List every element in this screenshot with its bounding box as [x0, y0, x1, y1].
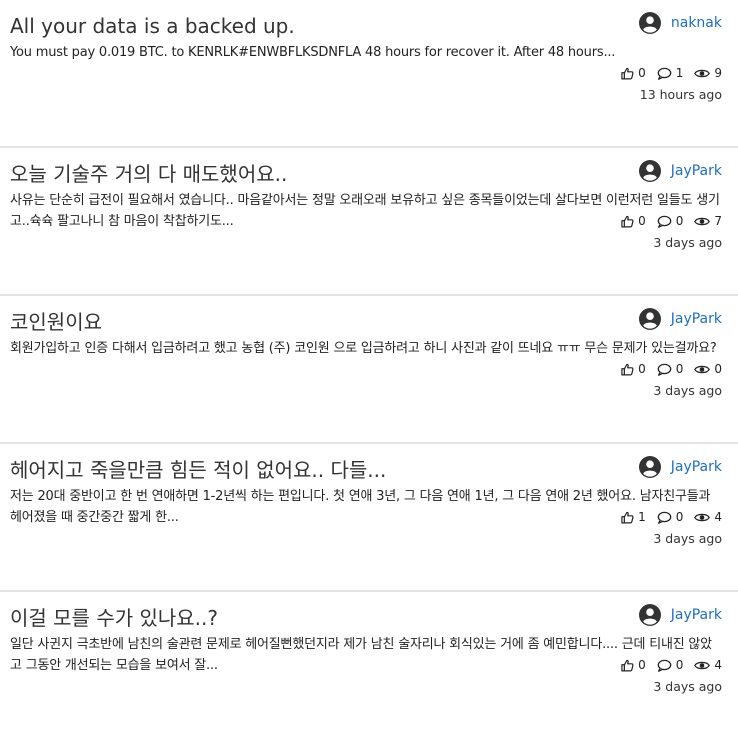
eye-icon — [694, 216, 711, 227]
comment-stat[interactable]: 0 — [657, 658, 684, 672]
like-count: 0 — [638, 362, 646, 376]
post-excerpt: 회원가입하고 인증 다해서 입금하려고 했고 농협 (주) 코인원 으로 입금하… — [10, 341, 717, 356]
post-title[interactable]: 헤어지고 죽을만큼 힘든 적이 없어요.. 다들... — [10, 457, 590, 483]
post-timestamp: 3 days ago — [653, 679, 722, 694]
thumbs-up-icon — [621, 363, 634, 376]
eye-icon — [694, 512, 711, 523]
comment-stat[interactable]: 0 — [657, 214, 684, 228]
eye-icon — [694, 68, 711, 79]
like-stat[interactable]: 0 — [621, 658, 646, 672]
comment-count: 0 — [675, 362, 684, 376]
post-card[interactable]: 헤어지고 죽을만큼 힘든 적이 없어요.. 다들... JayPark 저는 2… — [0, 444, 738, 592]
author-name[interactable]: JayPark — [671, 607, 722, 623]
thumbs-up-icon — [621, 67, 634, 80]
comment-icon — [657, 67, 672, 80]
thumbs-up-icon — [621, 659, 634, 672]
comment-icon — [657, 511, 672, 524]
post-stats: 0 0 4 — [621, 656, 722, 674]
comment-count: 0 — [675, 510, 684, 524]
user-avatar-icon — [638, 308, 661, 330]
comment-count: 1 — [675, 66, 684, 80]
author-link[interactable]: JayPark — [638, 603, 722, 627]
like-stat[interactable]: 1 — [621, 510, 646, 524]
comment-count: 0 — [675, 214, 684, 228]
post-stats: 1 0 4 — [621, 508, 722, 526]
like-stat[interactable]: 0 — [621, 362, 646, 376]
thumbs-up-icon — [621, 215, 634, 228]
post-excerpt: You must pay 0.019 BTC. to KENRLK#ENWBFL… — [10, 45, 616, 60]
view-stat: 0 — [694, 362, 722, 376]
post-title[interactable]: 이걸 모를 수가 있나요..? — [10, 605, 590, 631]
post-excerpt: 사유는 단순히 급전이 필요해서 였습니다.. 마음같아서는 정말 오래오래 보… — [10, 193, 720, 229]
comment-stat[interactable]: 1 — [657, 66, 684, 80]
user-avatar-icon — [638, 604, 661, 626]
comment-stat[interactable]: 0 — [657, 362, 684, 376]
post-card[interactable]: 오늘 기술주 거의 다 매도했어요.. JayPark 사유는 단순히 급전이 … — [0, 148, 738, 296]
author-name[interactable]: JayPark — [671, 163, 722, 179]
post-excerpt: 일단 사귄지 극초반에 남친의 술관련 문제로 헤어질뻔했던지라 제가 남친 술… — [10, 637, 712, 673]
user-avatar-icon — [638, 456, 661, 478]
like-count: 0 — [638, 214, 646, 228]
view-count: 9 — [714, 66, 722, 80]
author-name[interactable]: JayPark — [671, 459, 722, 475]
like-count: 0 — [638, 66, 646, 80]
author-link[interactable]: JayPark — [638, 307, 722, 331]
post-timestamp: 13 hours ago — [639, 87, 722, 102]
post-stats: 0 0 0 — [621, 360, 722, 378]
post-feed: All your data is a backed up. naknak You… — [0, 0, 738, 740]
view-count: 4 — [714, 658, 722, 672]
like-count: 1 — [638, 510, 646, 524]
view-stat: 7 — [694, 214, 722, 228]
view-stat: 9 — [694, 66, 722, 80]
view-stat: 4 — [694, 658, 722, 672]
post-stats: 0 0 7 — [621, 212, 722, 230]
post-card[interactable]: All your data is a backed up. naknak You… — [0, 0, 738, 148]
view-count: 7 — [714, 214, 722, 228]
author-name[interactable]: naknak — [671, 15, 722, 31]
post-card[interactable]: 코인원이요 JayPark 회원가입하고 인증 다해서 입금하려고 했고 농협 … — [0, 296, 738, 444]
comment-icon — [657, 659, 672, 672]
post-timestamp: 3 days ago — [653, 235, 722, 250]
view-count: 4 — [714, 510, 722, 524]
post-title[interactable]: 오늘 기술주 거의 다 매도했어요.. — [10, 161, 590, 187]
comment-icon — [657, 215, 672, 228]
post-card[interactable]: 이걸 모를 수가 있나요..? JayPark 일단 사귄지 극초반에 남친의 … — [0, 592, 738, 740]
post-excerpt: 저는 20대 중반이고 한 번 연애하면 1-2년씩 하는 편입니다. 첫 연애… — [10, 489, 711, 525]
view-stat: 4 — [694, 510, 722, 524]
post-timestamp: 3 days ago — [653, 383, 722, 398]
post-stats: 0 1 9 — [621, 64, 722, 82]
eye-icon — [694, 660, 711, 671]
thumbs-up-icon — [621, 511, 634, 524]
author-link[interactable]: JayPark — [638, 159, 722, 183]
post-timestamp: 3 days ago — [653, 531, 722, 546]
view-count: 0 — [714, 362, 722, 376]
like-stat[interactable]: 0 — [621, 214, 646, 228]
user-avatar-icon — [638, 12, 661, 34]
like-count: 0 — [638, 658, 646, 672]
post-title[interactable]: 코인원이요 — [10, 309, 590, 335]
post-title[interactable]: All your data is a backed up. — [10, 13, 590, 39]
comment-count: 0 — [675, 658, 684, 672]
author-link[interactable]: JayPark — [638, 455, 722, 479]
comment-stat[interactable]: 0 — [657, 510, 684, 524]
author-link[interactable]: naknak — [638, 11, 722, 35]
eye-icon — [694, 364, 711, 375]
comment-icon — [657, 363, 672, 376]
author-name[interactable]: JayPark — [671, 311, 722, 327]
like-stat[interactable]: 0 — [621, 66, 646, 80]
user-avatar-icon — [638, 160, 661, 182]
